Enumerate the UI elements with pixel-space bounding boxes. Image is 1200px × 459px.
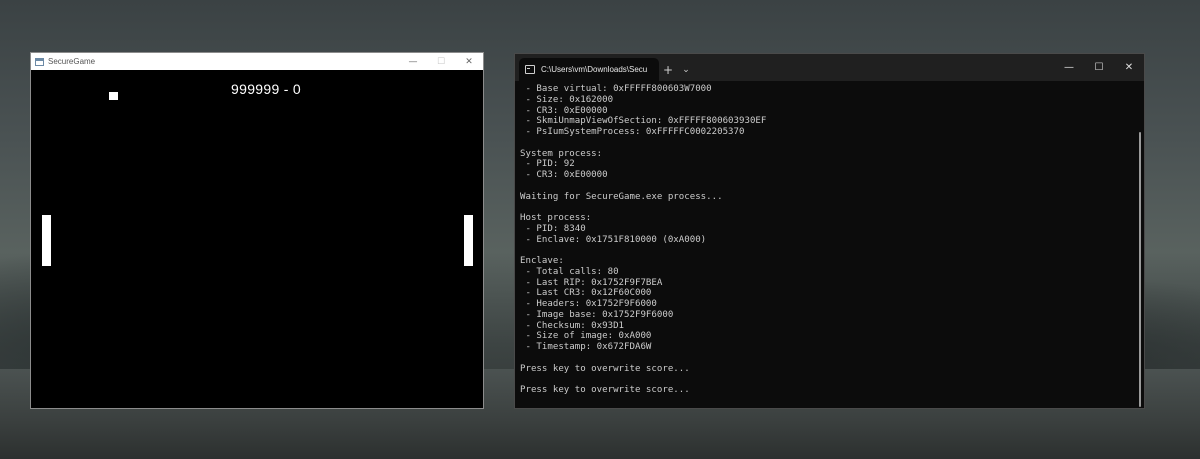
terminal-line: - Size: 0x162000 bbox=[520, 94, 614, 105]
securegame-titlebar[interactable]: SecureGame — ☐ ✕ bbox=[31, 53, 483, 70]
maximize-button[interactable]: ☐ bbox=[427, 53, 455, 70]
minimize-button[interactable]: — bbox=[399, 53, 427, 70]
terminal-icon bbox=[525, 65, 535, 74]
terminal-line: - PID: 8340 bbox=[520, 223, 586, 234]
terminal-line: - CR3: 0xE00000 bbox=[520, 105, 608, 116]
window-title: SecureGame bbox=[48, 57, 96, 66]
terminal-line: - PID: 92 bbox=[520, 159, 575, 170]
terminal-titlebar[interactable]: C:\Users\vm\Downloads\Secu + ⌄ — ☐ ✕ bbox=[515, 54, 1144, 81]
terminal-line: - Enclave: 0x1751F810000 (0xA000) bbox=[520, 234, 707, 245]
terminal-line: - Checksum: 0x93D1 bbox=[520, 320, 625, 331]
left-paddle bbox=[42, 215, 51, 266]
terminal-line: Press key to overwrite score... bbox=[520, 363, 690, 374]
terminal-line: Host process: bbox=[520, 213, 592, 223]
terminal-line: - Last RIP: 0x1752F9F7BEA bbox=[520, 277, 663, 288]
terminal-line: - Size of image: 0xA000 bbox=[520, 331, 652, 342]
new-tab-button[interactable]: + bbox=[659, 58, 677, 81]
app-window-icon bbox=[35, 57, 44, 66]
close-button[interactable]: ✕ bbox=[1114, 54, 1144, 81]
terminal-window[interactable]: C:\Users\vm\Downloads\Secu + ⌄ — ☐ ✕ - B… bbox=[514, 53, 1145, 409]
terminal-line: - Headers: 0x1752F9F6000 bbox=[520, 299, 657, 309]
terminal-line: System process: bbox=[520, 148, 603, 159]
terminal-line: - Last CR3: 0x12F60C000 bbox=[520, 288, 652, 299]
close-button[interactable]: ✕ bbox=[455, 53, 483, 70]
terminal-line: Waiting for SecureGame.exe process... bbox=[520, 191, 723, 202]
ball bbox=[109, 92, 118, 100]
terminal-line: - Base virtual: 0xFFFFF800603W7000 bbox=[520, 84, 712, 94]
terminal-line: - Total calls: 80 bbox=[520, 266, 619, 277]
scrollbar[interactable] bbox=[1139, 132, 1141, 407]
terminal-line: Press key to overwrite score... bbox=[520, 385, 690, 395]
terminal-line: Enclave: bbox=[520, 256, 564, 266]
game-canvas[interactable]: 999999 - 0 bbox=[31, 70, 483, 408]
tab-dropdown-button[interactable]: ⌄ bbox=[677, 58, 695, 81]
minimize-button[interactable]: — bbox=[1054, 54, 1084, 81]
maximize-button[interactable]: ☐ bbox=[1084, 54, 1114, 81]
terminal-line: - PsIumSystemProcess: 0xFFFFFC0002205370 bbox=[520, 127, 745, 137]
terminal-line: - SkmiUnmapViewOfSection: 0xFFFFF8006039… bbox=[520, 116, 767, 127]
terminal-output[interactable]: - Base virtual: 0xFFFFF800603W7000 - Siz… bbox=[515, 81, 1144, 408]
right-paddle bbox=[464, 215, 473, 266]
terminal-line: - Image base: 0x1752F9F6000 bbox=[520, 309, 674, 320]
terminal-line: - Timestamp: 0x672FDA6W bbox=[520, 342, 652, 352]
terminal-tab[interactable]: C:\Users\vm\Downloads\Secu bbox=[519, 58, 659, 81]
securegame-window[interactable]: SecureGame — ☐ ✕ 999999 - 0 bbox=[30, 52, 484, 409]
terminal-line: - CR3: 0xE00000 bbox=[520, 170, 608, 180]
tab-title: C:\Users\vm\Downloads\Secu bbox=[541, 65, 648, 74]
score-display: 999999 - 0 bbox=[231, 81, 301, 97]
